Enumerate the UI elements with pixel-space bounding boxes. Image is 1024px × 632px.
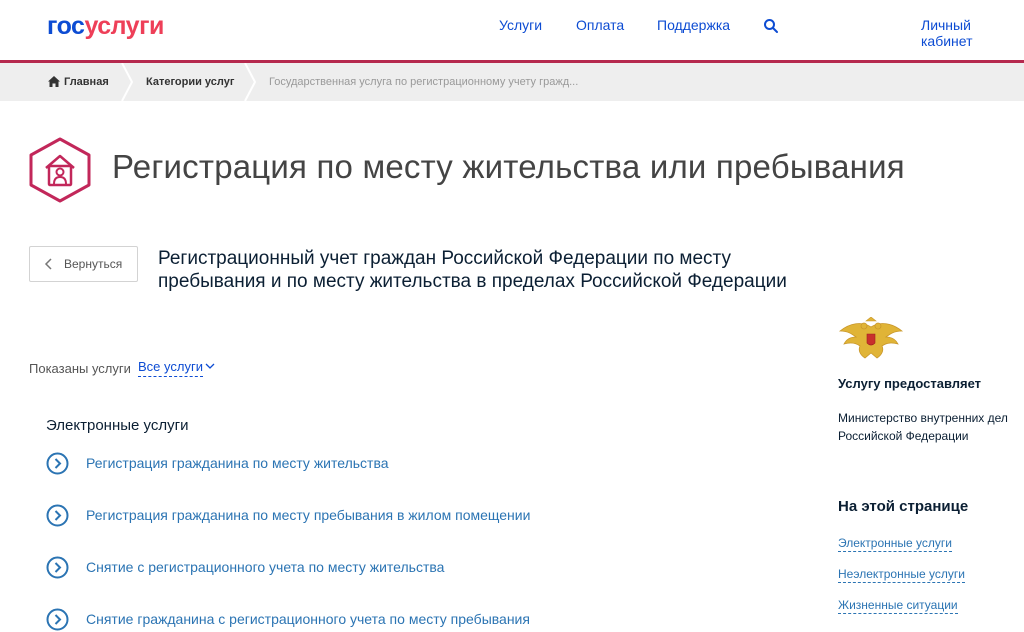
on-page-link-electronic[interactable]: Электронные услуги <box>838 536 952 552</box>
provider-name-line: Министерство внутренних дел <box>838 411 1008 425</box>
chevron-circle-right-icon <box>46 452 69 475</box>
nav-payment[interactable]: Оплата <box>576 17 624 33</box>
breadcrumb-categories[interactable]: Категории услуг <box>146 63 234 101</box>
service-link-label: Снятие с регистрационного учета по месту… <box>86 559 445 575</box>
chevron-down-icon[interactable] <box>205 362 215 370</box>
page-title: Регистрация по месту жительства или преб… <box>112 148 905 185</box>
on-page-link-non-electronic[interactable]: Неэлектронные услуги <box>838 567 965 583</box>
back-button[interactable]: Вернуться <box>29 246 138 282</box>
service-link-label: Снятие гражданина с регистрационного уче… <box>86 611 530 627</box>
back-button-label: Вернуться <box>64 257 123 271</box>
search-icon[interactable] <box>763 18 779 34</box>
breadcrumb-separator <box>244 63 257 101</box>
electronic-services-heading: Электронные услуги <box>46 417 189 434</box>
provider-title: Услугу предоставляет <box>838 376 982 391</box>
personal-account-link[interactable]: Личный кабинет <box>921 17 1024 49</box>
breadcrumb-current: Государственная услуга по регистрационно… <box>269 76 579 88</box>
service-link-label: Регистрация гражданина по месту пребыван… <box>86 507 531 523</box>
nav-services[interactable]: Услуги <box>499 17 542 33</box>
breadcrumb-home[interactable]: Главная <box>64 63 109 101</box>
service-heading: Регистрационный учет граждан Российской … <box>158 248 787 292</box>
logo-part-2: услуги <box>84 12 164 40</box>
double-headed-eagle-emblem <box>838 317 904 359</box>
nav-support[interactable]: Поддержка <box>657 17 730 33</box>
on-page-link-life-situations[interactable]: Жизненные ситуации <box>838 598 958 614</box>
house-person-icon <box>29 137 91 203</box>
chevron-left-icon <box>44 258 52 270</box>
chevron-circle-right-icon <box>46 556 69 579</box>
breadcrumb-separator <box>121 63 134 101</box>
service-link-label: Регистрация гражданина по месту жительст… <box>86 455 389 471</box>
gosuslugi-logo[interactable]: госуслуги <box>47 12 164 41</box>
breadcrumb: Главная Категории услуг Государственная … <box>0 63 1024 101</box>
filter-label: Показаны услуги <box>29 361 131 376</box>
chevron-circle-right-icon <box>46 504 69 527</box>
home-icon <box>48 76 60 87</box>
chevron-circle-right-icon <box>46 608 69 631</box>
services-filter-select[interactable]: Все услуги <box>138 359 203 377</box>
site-header: госуслуги Услуги Оплата Поддержка Личный… <box>0 0 1024 60</box>
logo-part-1: гос <box>47 12 85 40</box>
provider-name: Министерство внутренних дел Российской Ф… <box>838 409 1024 445</box>
on-this-page-title: На этой странице <box>838 498 969 515</box>
provider-name-line: Российской Федерации <box>838 429 969 443</box>
